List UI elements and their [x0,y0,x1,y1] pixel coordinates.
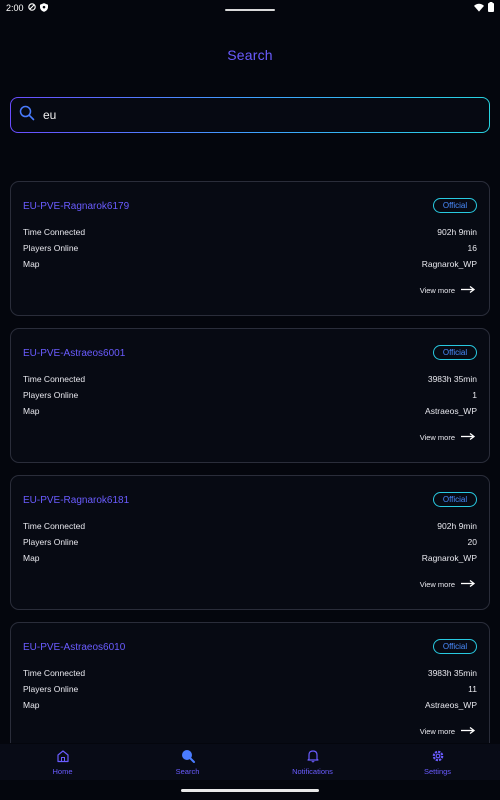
row-value: 11 [468,684,477,694]
search-icon [180,749,196,765]
row-value: 1 [472,390,477,400]
bottom-navigation: Home Search Notifications Settings [0,744,500,780]
row-label: Time Connected [23,668,86,678]
arrow-right-icon [461,285,476,295]
detail-row: Map Ragnarok_WP [23,553,477,565]
server-list[interactable]: EU-PVE-Ragnarok6179 Official Time Connec… [10,181,490,743]
server-name[interactable]: EU-PVE-Ragnarok6181 [23,495,129,506]
gesture-home-bar[interactable] [181,789,319,792]
server-name[interactable]: EU-PVE-Ragnarok6179 [23,201,129,212]
server-card[interactable]: EU-PVE-Astraeos6010 Official Time Connec… [10,622,490,743]
row-value: 16 [467,243,477,253]
camera-notch-bar [225,9,275,11]
detail-row: Map Astraeos_WP [23,700,477,712]
wifi-icon [474,3,484,14]
server-card[interactable]: EU-PVE-Ragnarok6181 Official Time Connec… [10,475,490,610]
official-badge: Official [433,345,477,360]
arrow-right-icon [461,579,476,589]
nav-home[interactable]: Home [0,744,125,780]
home-icon [56,749,70,765]
arrow-right-icon [461,726,476,736]
row-value: 902h 9min [437,227,477,237]
nav-home-label: Home [52,766,73,776]
nav-search-label: Search [175,766,200,776]
detail-row: Players Online 16 [23,243,477,255]
dnd-icon [27,3,36,13]
row-value: Ragnarok_WP [421,259,477,269]
row-value: Astraeos_WP [425,406,477,416]
nav-settings-label: Settings [423,766,452,776]
view-more-label: View more [419,580,455,589]
detail-row: Time Connected 3983h 35min [23,374,477,386]
row-label: Players Online [23,537,79,547]
row-value: 3983h 35min [427,668,477,678]
view-more-label: View more [419,433,455,442]
page-title: Search [227,47,273,63]
detail-row: Map Astraeos_WP [23,406,477,418]
row-label: Time Connected [23,521,86,531]
arrow-right-icon [461,432,476,442]
detail-row: Time Connected 902h 9min [23,521,477,533]
row-label: Time Connected [23,227,86,237]
row-label: Players Online [23,243,79,253]
detail-row: Players Online 20 [23,537,477,549]
official-badge: Official [433,492,477,507]
row-label: Players Online [23,684,79,694]
row-label: Time Connected [23,374,86,384]
server-card[interactable]: EU-PVE-Ragnarok6179 Official Time Connec… [10,181,490,316]
search-input[interactable] [43,108,443,122]
detail-row: Time Connected 3983h 35min [23,668,477,680]
row-label: Map [23,259,40,269]
detail-row: Players Online 1 [23,390,477,402]
search-icon [19,105,35,126]
shield-icon [39,2,48,14]
official-badge: Official [433,198,477,213]
row-value: 20 [467,537,477,547]
detail-row: Map Ragnarok_WP [23,259,477,271]
status-time: 2:00 [6,3,24,13]
bell-icon [306,749,320,765]
row-label: Map [23,406,40,416]
status-bar: 2:00 [0,0,500,16]
server-card[interactable]: EU-PVE-Astraeos6001 Official Time Connec… [10,328,490,463]
row-value: 3983h 35min [427,374,477,384]
row-value: Ragnarok_WP [421,553,477,563]
view-more-link[interactable]: View more [419,432,476,442]
view-more-label: View more [419,286,455,295]
official-badge: Official [433,639,477,654]
detail-row: Time Connected 902h 9min [23,227,477,239]
view-more-label: View more [419,727,455,736]
row-label: Players Online [23,390,79,400]
search-box[interactable] [10,97,490,133]
nav-notifications[interactable]: Notifications [250,744,375,780]
server-name[interactable]: EU-PVE-Astraeos6001 [23,348,125,359]
nav-search[interactable]: Search [125,744,250,780]
row-label: Map [23,700,40,710]
row-label: Map [23,553,40,563]
view-more-link[interactable]: View more [419,579,476,589]
nav-settings[interactable]: Settings [375,744,500,780]
view-more-link[interactable]: View more [419,726,476,736]
nav-notifications-label: Notifications [292,766,333,776]
row-value: Astraeos_WP [425,700,477,710]
server-name[interactable]: EU-PVE-Astraeos6010 [23,642,125,653]
gear-icon [431,749,445,765]
battery-icon [488,2,494,14]
detail-row: Players Online 11 [23,684,477,696]
view-more-link[interactable]: View more [419,285,476,295]
row-value: 902h 9min [437,521,477,531]
